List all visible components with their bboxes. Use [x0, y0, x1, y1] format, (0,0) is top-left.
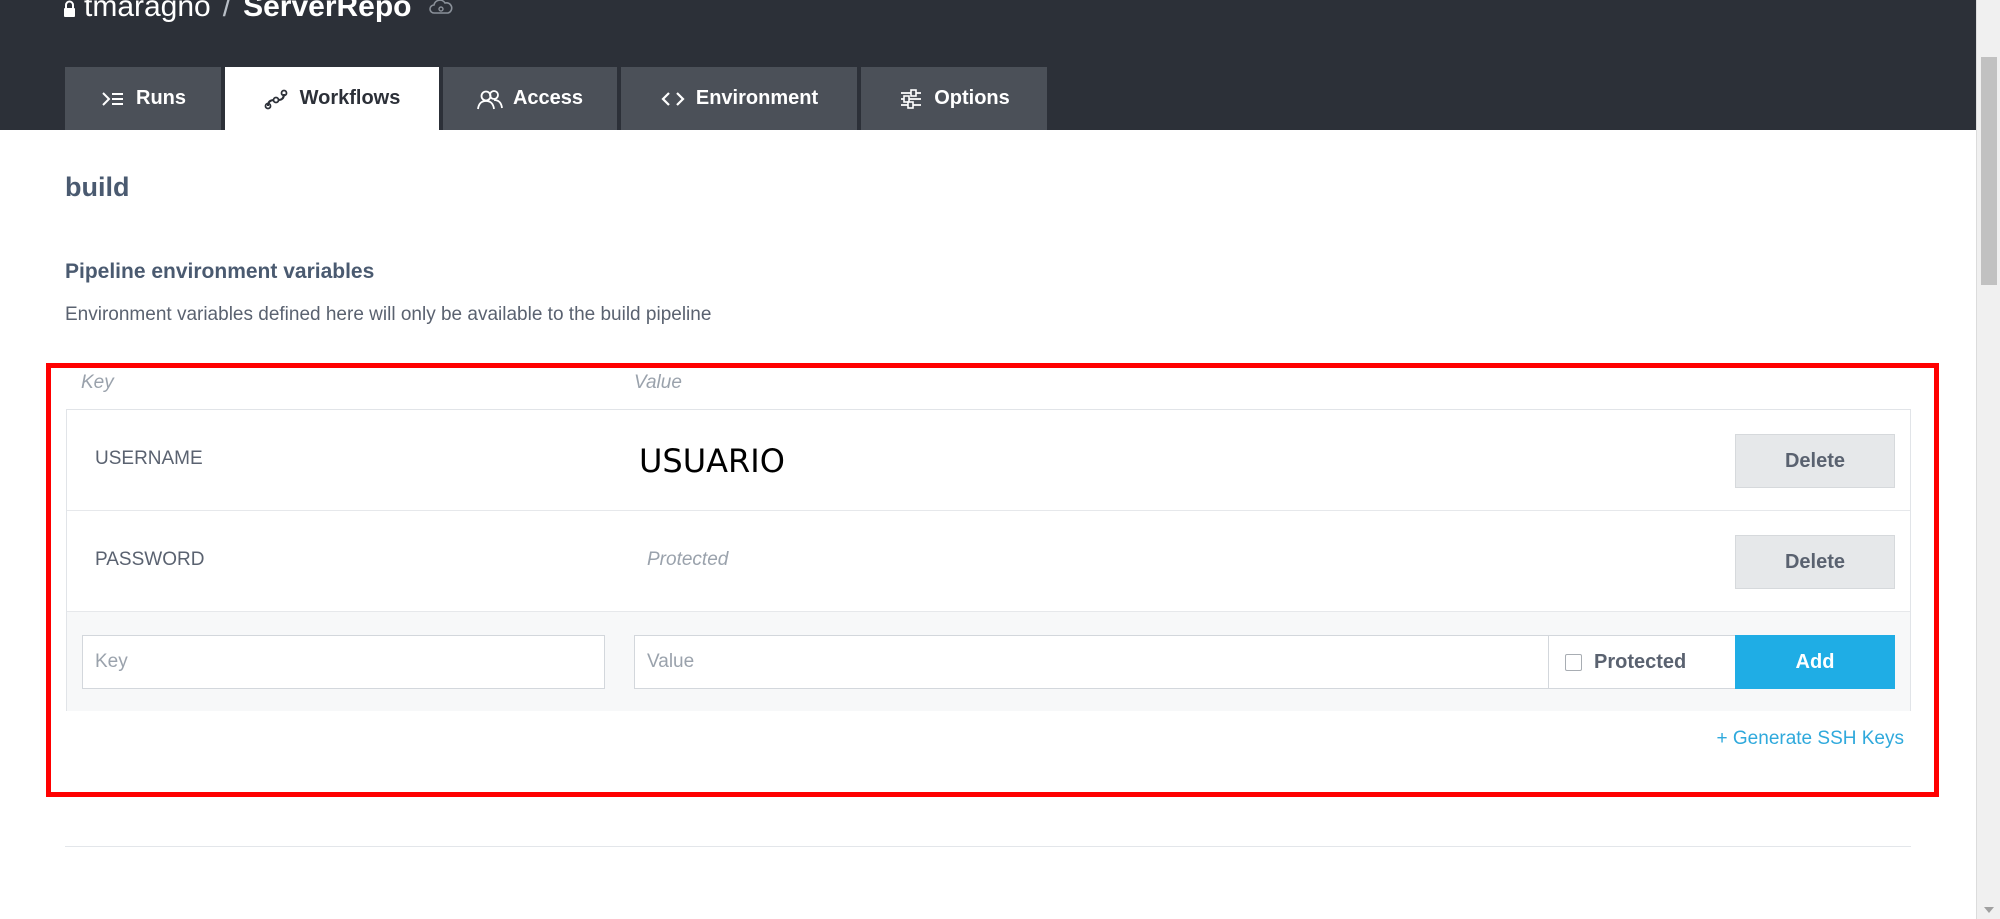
- column-header-value: Value: [634, 372, 682, 393]
- users-icon: [477, 89, 503, 109]
- tab-runs-label: Runs: [136, 87, 186, 109]
- tab-environment-label: Environment: [695, 87, 819, 109]
- table-row: PASSWORD Protected Delete: [67, 511, 1910, 612]
- tab-options-label: Options: [934, 87, 1010, 109]
- scrollbar-thumb[interactable]: [1981, 57, 1997, 285]
- variable-value: USUARIO: [639, 442, 785, 480]
- env-variables-table: USERNAME USUARIO Delete PASSWORD Protect…: [66, 409, 1911, 711]
- tab-runs[interactable]: Runs: [65, 67, 221, 130]
- scroll-down-arrow-icon[interactable]: [1984, 907, 1994, 913]
- tab-options[interactable]: Options: [861, 67, 1047, 130]
- breadcrumb-separator: /: [222, 0, 232, 23]
- tab-access[interactable]: Access: [443, 67, 617, 130]
- variable-key: PASSWORD: [95, 549, 205, 570]
- vertical-scrollbar[interactable]: [1976, 0, 2000, 919]
- repo-name-link[interactable]: ServerRepo: [243, 0, 411, 24]
- repo-breadcrumb: tmaragno / ServerRepo: [63, 0, 454, 24]
- repo-owner-link[interactable]: tmaragno: [84, 0, 211, 24]
- terminal-icon: [102, 91, 123, 106]
- sliders-icon: [901, 88, 922, 109]
- lock-icon: [64, 0, 75, 17]
- add-button[interactable]: Add: [1735, 635, 1895, 689]
- generate-ssh-keys-link[interactable]: + Generate SSH Keys: [1717, 728, 1904, 750]
- cloud-settings-icon[interactable]: [428, 0, 454, 16]
- table-row: USERNAME USUARIO Delete: [67, 410, 1910, 511]
- protected-label: Protected: [1594, 650, 1687, 673]
- top-header: tmaragno / ServerRepo Runs Workflows Acc…: [0, 0, 1976, 130]
- code-brackets-icon: [661, 91, 685, 106]
- tab-environment[interactable]: Environment: [621, 67, 857, 130]
- delete-button[interactable]: Delete: [1735, 434, 1895, 488]
- new-value-group: Protected: [634, 635, 1774, 689]
- column-header-key: Key: [81, 372, 114, 393]
- repo-tabs: Runs Workflows Access Environment Option…: [65, 67, 1047, 130]
- tab-workflows-label: Workflows: [299, 87, 401, 109]
- page-title: build: [65, 172, 130, 202]
- add-variable-row: Protected Add: [67, 612, 1910, 711]
- delete-button[interactable]: Delete: [1735, 535, 1895, 589]
- section-description: Environment variables defined here will …: [65, 304, 712, 325]
- variable-key: USERNAME: [95, 448, 203, 469]
- protected-checkbox[interactable]: [1565, 653, 1582, 671]
- new-value-input[interactable]: [635, 636, 1549, 688]
- variable-value-protected: Protected: [647, 549, 729, 570]
- workflow-link-icon: [264, 89, 288, 109]
- new-key-input[interactable]: [82, 635, 605, 689]
- section-heading: Pipeline environment variables: [65, 260, 375, 283]
- tab-workflows[interactable]: Workflows: [225, 67, 439, 130]
- tab-access-label: Access: [512, 87, 584, 109]
- section-divider: [65, 846, 1911, 847]
